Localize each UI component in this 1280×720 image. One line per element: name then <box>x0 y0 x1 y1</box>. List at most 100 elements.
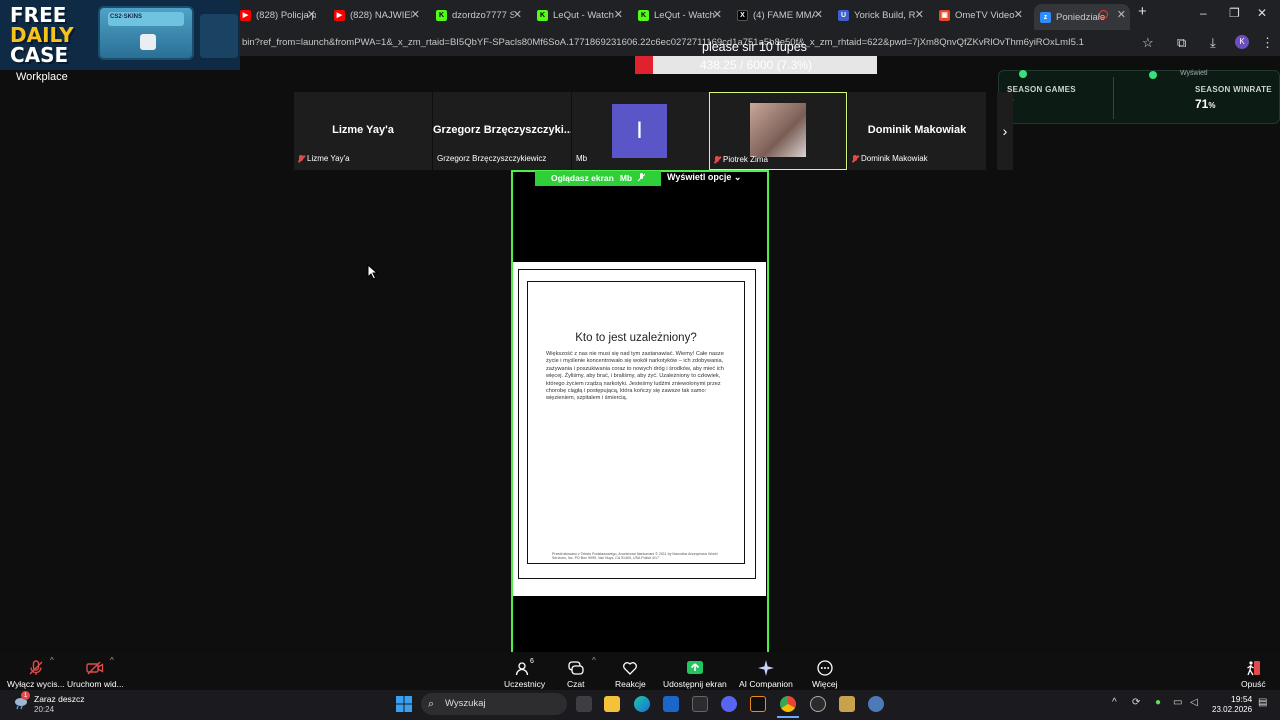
league-icon[interactable] <box>839 696 855 712</box>
bookmark-star-icon[interactable]: ☆ <box>1142 35 1154 51</box>
close-tab-icon[interactable]: ✕ <box>614 8 623 21</box>
browser-tab[interactable]: Kdzordzo7777 S ✕ <box>436 4 522 26</box>
windows-start-icon[interactable] <box>396 696 412 712</box>
browser-tab[interactable]: K LeQut - Watch ✕ <box>638 4 722 26</box>
close-tab-icon[interactable]: ✕ <box>1117 8 1126 21</box>
youtube-icon: ▶ <box>240 9 251 21</box>
share-screen-button[interactable]: Udostępnij ekran <box>663 660 727 689</box>
participant-tile-active-speaker[interactable]: Piotrek Zima <box>709 92 847 170</box>
url-field[interactable]: bin?ref_from=launch&fromPWA=1&_x_zm_rtai… <box>242 37 1084 48</box>
settings-gear-icon[interactable] <box>868 696 884 712</box>
participant-label-text: Mb <box>576 154 588 163</box>
heart-icon <box>623 662 638 675</box>
season-winrate-label: SEASON WINRATE <box>1195 85 1272 94</box>
chevron-up-icon[interactable]: ^ <box>110 656 114 665</box>
leave-icon <box>1247 661 1261 676</box>
minimize-icon[interactable]: – <box>1200 6 1207 20</box>
sync-icon[interactable]: ⟳ <box>1132 697 1140 708</box>
clock-date[interactable]: 23.02.2026 <box>1212 705 1252 714</box>
microphone-icon[interactable]: ● <box>1155 697 1161 708</box>
weather-badge: 1 <box>21 691 30 700</box>
network-icon[interactable]: ▭ <box>1173 697 1182 708</box>
more-icon <box>817 660 833 676</box>
weather-time: 20:24 <box>34 705 55 714</box>
app-icon[interactable] <box>750 696 766 712</box>
volume-icon[interactable]: ◁ <box>1190 697 1198 708</box>
view-options-button[interactable]: Wyświetl opcje ⌄ <box>667 172 741 183</box>
browser-menu-icon[interactable]: ⋮ <box>1261 35 1274 51</box>
chevron-up-icon[interactable]: ^ <box>592 656 596 665</box>
document-body: Większość z nas nie musi się nad tym zas… <box>546 351 724 402</box>
start-video-button[interactable]: Uruchom wid... <box>67 660 124 689</box>
chat-label: Czat <box>567 679 585 689</box>
browser-tab[interactable]: X (4) FAME MMA ✕ <box>737 4 823 26</box>
browser-tab[interactable]: ▶ (828) NAJWIEK ✕ <box>334 4 420 26</box>
browser-tab[interactable]: ▶ (828) Policja p ✕ <box>240 4 316 26</box>
maximize-icon[interactable]: ❐ <box>1229 6 1240 20</box>
tab-title: (4) FAME MMA <box>753 9 815 21</box>
leave-button[interactable]: Opuść <box>1241 660 1266 689</box>
unmute-label: Wyłącz wycis... <box>7 679 65 689</box>
mic-muted-icon <box>637 173 645 182</box>
outlook-icon[interactable] <box>663 696 679 712</box>
browser-tab[interactable]: ▣ OmeTV Video ✕ <box>939 4 1023 26</box>
tab-title: LeQut - Watch <box>654 9 715 21</box>
participants-label: Uczestnicy <box>504 679 546 689</box>
document-inner-border: Kto to jest uzależniony? Większość z nas… <box>527 281 745 564</box>
reactions-button[interactable]: Reakcje <box>615 660 646 689</box>
clock-time[interactable]: 19:54 <box>1231 694 1252 704</box>
close-tab-icon[interactable]: ✕ <box>513 8 522 21</box>
mic-muted-icon <box>298 154 304 163</box>
case-lock <box>140 34 156 50</box>
close-tab-icon[interactable]: ✕ <box>411 8 420 21</box>
taskbar-search[interactable]: ⌕ Wyszukaj <box>421 693 567 715</box>
store-icon[interactable] <box>692 696 708 712</box>
participants-button[interactable]: 6 Uczestnicy <box>504 658 546 689</box>
chrome-icon[interactable] <box>780 696 796 712</box>
close-tab-icon[interactable]: ✕ <box>307 8 316 21</box>
season-toggle[interactable]: Wyświetl <box>1180 70 1208 77</box>
close-tab-icon[interactable]: ✕ <box>1014 8 1023 21</box>
reactions-label: Reakcje <box>615 679 646 689</box>
browser-tab[interactable]: K LeQut - Watch ✕ <box>537 4 623 26</box>
chevron-up-icon[interactable]: ^ <box>50 656 54 665</box>
close-tab-icon[interactable]: ✕ <box>814 8 823 21</box>
chat-button[interactable]: Czat <box>567 660 584 689</box>
edge-icon[interactable] <box>634 696 650 712</box>
window-close-icon[interactable]: ✕ <box>1257 6 1267 20</box>
notifications-icon[interactable]: ▤ <box>1258 697 1267 708</box>
season-winrate-value: 71% <box>1195 97 1215 111</box>
mic-muted-icon <box>852 154 858 163</box>
browser-tab-active[interactable]: z Poniedziałe ✕ <box>1034 4 1130 30</box>
weather-text[interactable]: Zaraz deszcz <box>34 694 85 704</box>
close-tab-icon[interactable]: ✕ <box>915 8 924 21</box>
participant-label: Dominik Makowiak <box>852 154 928 163</box>
chevron-up-icon[interactable]: ^ <box>1112 697 1117 708</box>
tab-title: Poniedziałe <box>1056 11 1106 23</box>
participant-label: Lizme Yay'a <box>298 154 350 163</box>
kick-icon: K <box>436 9 447 21</box>
close-tab-icon[interactable]: ✕ <box>713 8 722 21</box>
more-button[interactable]: Więcej <box>812 660 838 689</box>
task-view-icon[interactable] <box>576 696 592 712</box>
presenter-name: Mb <box>619 173 633 183</box>
active-app-indicator <box>777 716 799 718</box>
browser-tab[interactable]: U Yorick Build, Ru ✕ <box>838 4 924 26</box>
chevron-right-icon[interactable]: › <box>997 92 1013 170</box>
new-tab-icon[interactable]: + <box>1138 3 1147 20</box>
participant-avatar: I <box>612 104 667 158</box>
unmute-button[interactable]: Wyłącz wycis... <box>7 660 65 689</box>
download-icon[interactable]: ⤓ <box>1210 35 1216 51</box>
participant-tile[interactable]: Grzegorz Brzęczyszczyki... Grzegorz Brzę… <box>433 92 571 170</box>
obs-icon[interactable] <box>810 696 826 712</box>
participant-tile[interactable]: Dominik Makowiak Dominik Makowiak <box>848 92 986 170</box>
extensions-icon[interactable]: ⧉ <box>1177 35 1186 51</box>
recording-icon <box>1099 10 1108 19</box>
participant-tile[interactable]: Lizme Yay'a Lizme Yay'a <box>294 92 432 170</box>
free-daily-case-ad[interactable]: FREE DAILY CASE CS2·SKINS <box>0 0 240 70</box>
discord-icon[interactable] <box>721 696 737 712</box>
profile-avatar[interactable]: K <box>1235 35 1249 49</box>
document-footer: Przedrukowano z Tekstu Podstawowego, Ano… <box>552 552 718 561</box>
file-explorer-icon[interactable] <box>604 696 620 712</box>
ai-companion-button[interactable]: AI Companion <box>739 660 793 689</box>
